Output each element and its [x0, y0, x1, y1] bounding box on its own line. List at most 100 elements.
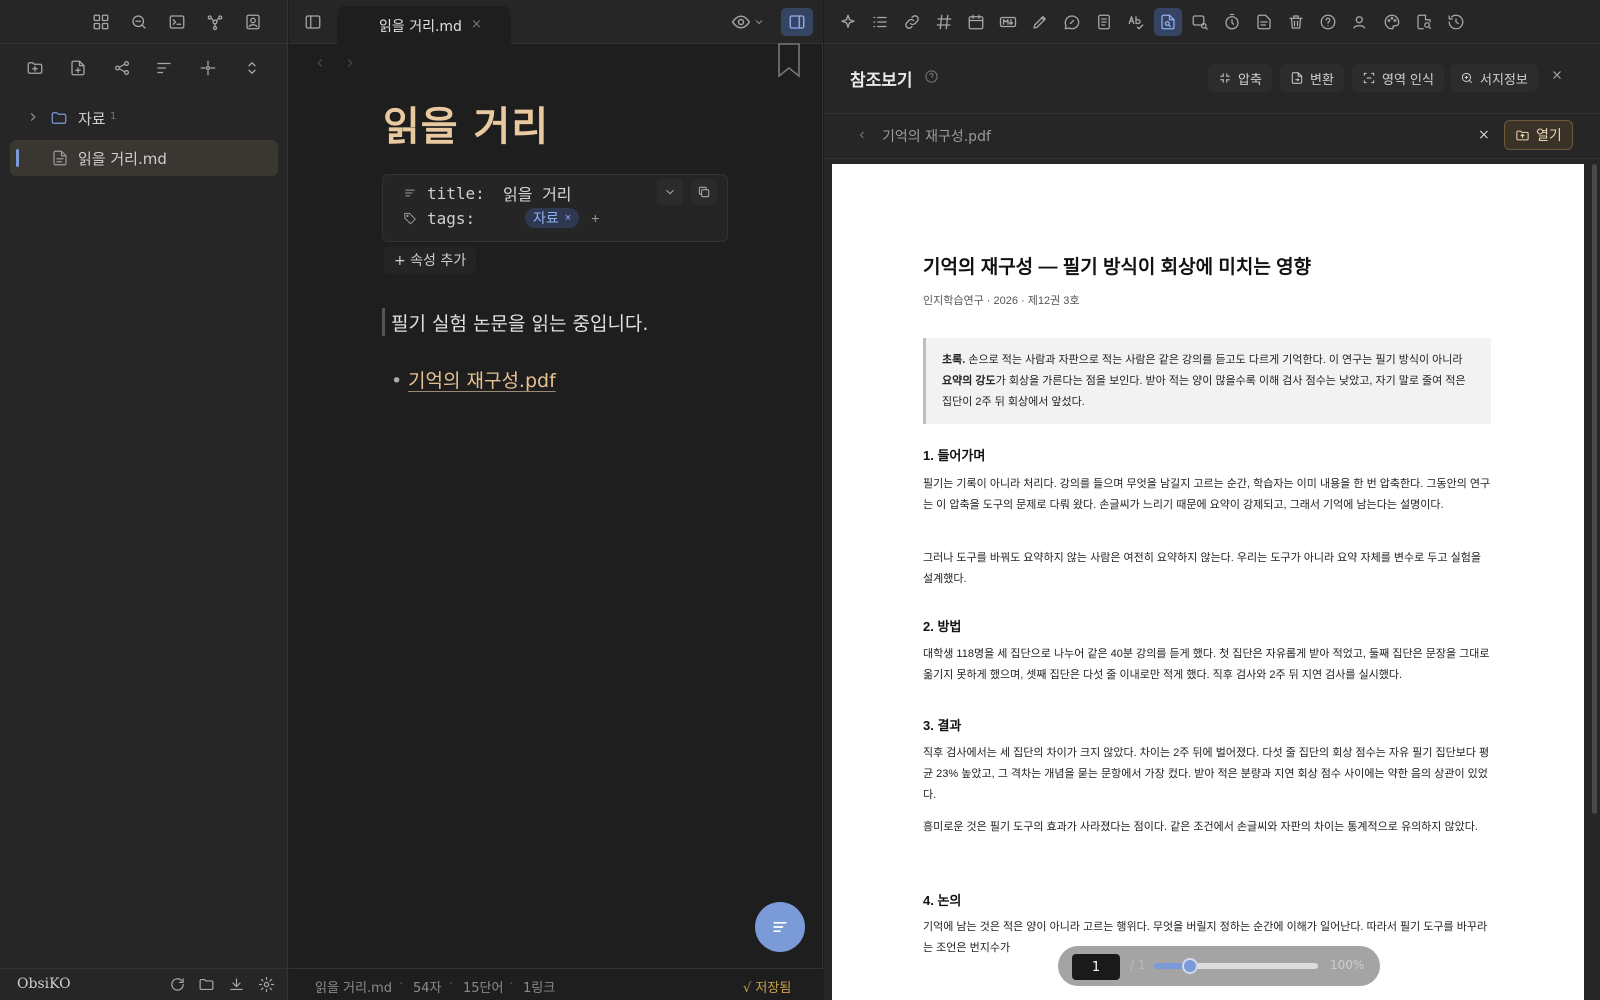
markdown-icon[interactable] [994, 8, 1022, 36]
property-row-tags[interactable]: tags: 자료 × + [403, 207, 599, 229]
nav-forward-icon[interactable] [343, 56, 359, 72]
compress-button[interactable]: 압축 [1208, 64, 1272, 92]
timer-icon[interactable] [1218, 8, 1246, 36]
bullet-list-icon[interactable] [866, 8, 894, 36]
nav-back-icon[interactable] [313, 56, 329, 72]
settings-gear-icon[interactable] [253, 971, 279, 997]
chevron-left-icon[interactable] [856, 129, 870, 143]
pdf-paragraph: 대학생 118명을 세 집단으로 나누어 같은 40분 강의를 듣게 했다. 첫… [923, 648, 1490, 681]
terminal-icon[interactable] [163, 8, 191, 36]
tag-add-button[interactable]: + [591, 210, 599, 226]
file-close-button[interactable]: × [1478, 127, 1490, 143]
reference-header: 참조보기 압축 변환 영역 인식 서지정보 [824, 44, 1600, 114]
tree-file-item-active[interactable]: 읽을 거리.md [10, 140, 278, 176]
property-value[interactable]: 읽을 거리 [503, 181, 572, 205]
graph-view-icon[interactable] [201, 8, 229, 36]
quick-switcher-icon[interactable] [87, 8, 115, 36]
close-icon[interactable] [1550, 68, 1570, 88]
pdf-scrollbar[interactable] [1592, 164, 1597, 814]
sort-icon[interactable] [150, 54, 178, 82]
reading-view-toggle[interactable] [731, 8, 771, 36]
page-total: / 1 [1130, 958, 1146, 972]
status-separator: · [399, 977, 404, 992]
bookmark-icon[interactable] [775, 42, 803, 78]
note-lines-icon[interactable] [1250, 8, 1278, 36]
copy-icon[interactable] [691, 179, 717, 205]
property-row-title[interactable]: title: 읽을 거리 [403, 182, 572, 204]
pdf-paragraph: 직후 검사에서는 세 집단의 차이가 크지 않았다. 차이는 2주 뒤에 벌어졌… [923, 747, 1490, 801]
right-sidebar-toggle-icon[interactable] [781, 8, 813, 36]
help-icon[interactable] [1314, 8, 1342, 36]
zoom-slider-thumb[interactable] [1182, 958, 1199, 974]
trash-icon[interactable] [1282, 8, 1310, 36]
compress-label: 압축 [1238, 72, 1262, 88]
pdf-paragraph: 필기는 기록이 아니라 처리다. 강의를 들으며 무엇을 남길지 고르는 순간,… [923, 478, 1491, 511]
tree-file-label: 읽을 거리.md [78, 150, 167, 168]
sparkle-ai-icon[interactable] [834, 8, 862, 36]
page-number-input[interactable]: 1 [1072, 954, 1120, 980]
outline-button[interactable] [755, 902, 805, 952]
add-property-button[interactable]: + 속성 추가 [384, 246, 477, 274]
chevron-right-icon[interactable] [26, 110, 40, 124]
properties-block: title: 읽을 거리 tags: 자료 × + [382, 174, 728, 242]
pdf-viewer[interactable]: 기억의 재구성 — 필기 방식이 회상에 미치는 영향 인지학습연구 · 202… [832, 164, 1584, 1000]
profile-icon[interactable] [239, 8, 267, 36]
active-indicator [16, 149, 19, 167]
plugin-toolbar [824, 0, 1600, 44]
status-chars: 54자 [413, 981, 442, 996]
palette-icon[interactable] [1378, 8, 1406, 36]
search-icon[interactable] [125, 8, 153, 36]
left-sidebar-toggle-icon[interactable] [299, 8, 327, 36]
tree-folder-item[interactable]: 자료 1 [10, 100, 278, 136]
document-icon[interactable] [1090, 8, 1118, 36]
reference-view-icon[interactable] [1154, 8, 1182, 36]
note-title[interactable]: 읽을 거리 [383, 94, 549, 152]
bibliography-button[interactable]: 서지정보 [1450, 64, 1538, 92]
reveal-file-icon[interactable] [194, 54, 222, 82]
pdf-section-heading: 4. 논의 [923, 893, 962, 908]
pdf-section-heading: 2. 방법 [923, 619, 962, 634]
chat-edit-icon[interactable] [1058, 8, 1086, 36]
status-bar: 읽을 거리.md · 54자 · 15단어 · 1링크 √ 저장됨 [289, 968, 823, 1000]
right-panel: 참조보기 압축 변환 영역 인식 서지정보 기억의 재구성.pdf × 열기 기… [824, 0, 1600, 1000]
pdf-title: 기억의 재구성 — 필기 방식이 회상에 미치는 영향 [923, 257, 1312, 278]
saved-status: √ 저장됨 [743, 981, 792, 996]
abstract-label: 초록. [942, 354, 966, 366]
tag-label: 자료 [533, 210, 559, 226]
hashtag-icon[interactable] [930, 8, 958, 36]
convert-button[interactable]: 변환 [1280, 64, 1344, 92]
zoom-slider[interactable] [1154, 958, 1318, 974]
properties-collapse-button[interactable] [657, 179, 683, 205]
note-body-line[interactable]: 필기 실험 논문을 읽는 중입니다. [382, 308, 648, 336]
tag-pill[interactable]: 자료 × [525, 208, 580, 228]
chevron-down-icon [666, 189, 674, 195]
open-button[interactable]: 열기 [1504, 120, 1573, 150]
hierarchy-icon[interactable] [108, 54, 136, 82]
collapse-all-icon[interactable] [238, 54, 266, 82]
image-search-icon[interactable] [1186, 8, 1214, 36]
vault-name[interactable]: ObsiKO [17, 976, 71, 992]
calendar-icon[interactable] [962, 8, 990, 36]
new-folder-icon[interactable] [21, 54, 49, 82]
pen-icon[interactable] [1026, 8, 1054, 36]
help-circle-icon[interactable] [924, 69, 940, 85]
folder-open-icon[interactable] [193, 971, 219, 997]
tab-close-button[interactable]: × [471, 17, 482, 32]
area-recognition-button[interactable]: 영역 인식 [1352, 64, 1444, 92]
sync-icon[interactable] [164, 971, 190, 997]
left-sidebar: 자료 1 읽을 거리.md ObsiKO [0, 0, 288, 1000]
abstract-text-b: 가 회상을 가른다는 점을 보인다. 받아 적는 양이 많을수록 이해 검사 점… [942, 375, 1466, 408]
link-icon[interactable] [898, 8, 926, 36]
pdf-link[interactable]: 기억의 재구성.pdf [408, 366, 556, 393]
history-icon[interactable] [1442, 8, 1470, 36]
user-search-icon[interactable] [1346, 8, 1374, 36]
new-note-icon[interactable] [64, 54, 92, 82]
status-separator: · [449, 977, 454, 992]
spellcheck-icon[interactable] [1122, 8, 1150, 36]
file-search-icon[interactable] [1410, 8, 1438, 36]
vault-footer: ObsiKO [0, 968, 288, 1000]
editor-tab[interactable]: 읽을 거리.md × [337, 6, 511, 44]
tag-remove-button[interactable]: × [565, 212, 571, 224]
download-icon[interactable] [223, 971, 249, 997]
reference-file-bar: 기억의 재구성.pdf × 열기 [824, 115, 1600, 159]
